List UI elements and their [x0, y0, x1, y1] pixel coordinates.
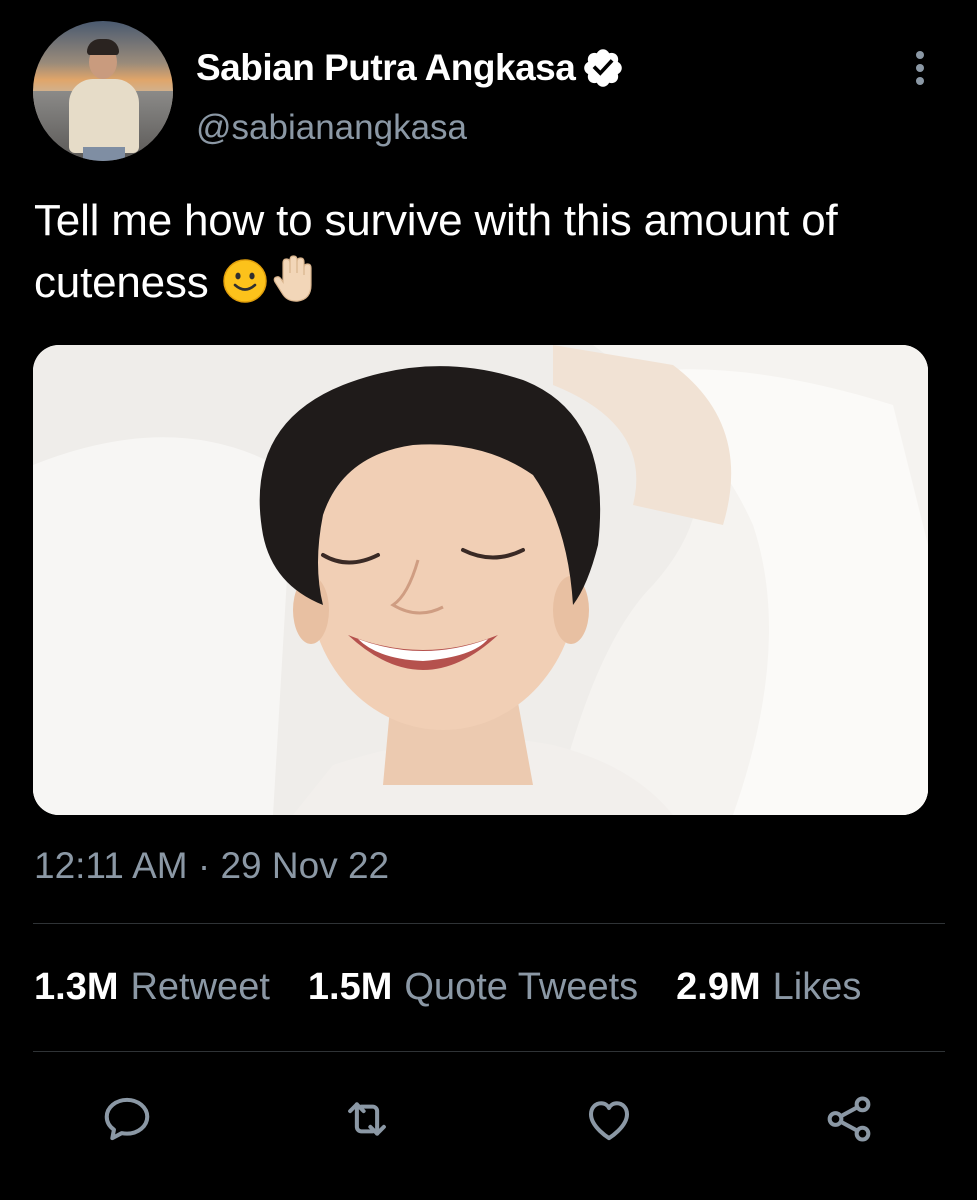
reply-icon — [104, 1097, 150, 1141]
avatar-person-shirt — [69, 79, 139, 153]
author-name-row[interactable]: Sabian Putra Angkasa — [196, 44, 625, 92]
avatar-person-hair — [87, 39, 119, 55]
like-button[interactable] — [582, 1092, 636, 1146]
retweet-icon — [348, 1102, 386, 1136]
stat-quote-tweets-count: 1.5M — [307, 966, 393, 1008]
stat-quote-tweets-label: Quote Tweets — [404, 966, 639, 1008]
tweet-timestamp[interactable]: 12:11 AM · 29 Nov 22 — [34, 845, 389, 887]
share-button[interactable] — [822, 1092, 876, 1146]
more-options-icon[interactable] — [906, 46, 934, 90]
slightly-smiling-face-emoji-icon — [222, 259, 267, 303]
retweet-button[interactable] — [340, 1092, 394, 1146]
divider — [33, 1051, 945, 1052]
stat-likes-label: Likes — [772, 966, 862, 1008]
photo-icon — [33, 345, 928, 815]
author-display-name[interactable]: Sabian Putra Angkasa — [196, 47, 576, 89]
tweet-text-body: Tell me how to survive with this amount … — [34, 196, 838, 307]
avatar[interactable] — [33, 21, 173, 161]
reply-button[interactable] — [100, 1092, 154, 1146]
tweet-stats: 1.3M Retweet 1.5M Quote Tweets 2.9M Like… — [34, 966, 861, 1009]
stat-quote-tweets[interactable]: 1.5M Quote Tweets — [308, 966, 638, 1009]
tweet-text: Tell me how to survive with this amount … — [34, 190, 934, 314]
stat-likes[interactable]: 2.9M Likes — [676, 966, 861, 1009]
raised-hand-emoji-icon — [273, 255, 312, 302]
avatar-person-legs — [83, 147, 125, 161]
stat-likes-count: 2.9M — [676, 966, 761, 1008]
heart-icon — [588, 1101, 630, 1141]
share-icon — [827, 1096, 871, 1142]
stat-retweets-label: Retweet — [130, 966, 270, 1008]
author-handle[interactable]: @sabianangkasa — [196, 108, 467, 148]
stat-retweets-count: 1.3M — [34, 966, 119, 1008]
divider — [33, 923, 945, 924]
tweet-media-photo[interactable] — [33, 345, 928, 815]
verified-badge-icon — [584, 49, 623, 87]
stat-retweets[interactable]: 1.3M Retweet — [34, 966, 270, 1009]
